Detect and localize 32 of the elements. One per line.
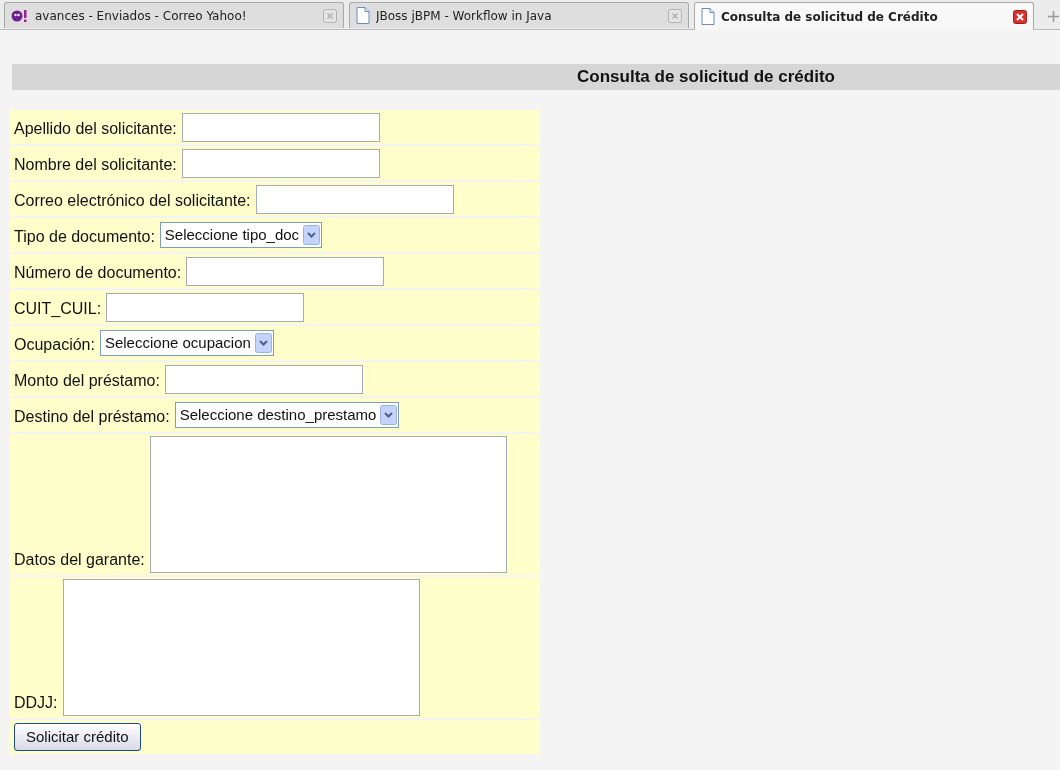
field-label: Ocupación: (14, 335, 95, 355)
new-tab-icon[interactable] (1048, 11, 1059, 22)
document-icon (701, 8, 715, 25)
dropdown[interactable]: Seleccione tipo_doc (159, 222, 323, 248)
text-field[interactable] (186, 257, 385, 286)
text-field[interactable] (255, 185, 454, 214)
field-label: Apellido del solicitante: (14, 119, 177, 139)
text-field[interactable] (181, 149, 380, 178)
text-field[interactable] (106, 293, 305, 322)
page-heading: Consulta de solicitud de crédito (12, 64, 1060, 90)
field-label: Nombre del solicitante: (14, 155, 177, 175)
field-label: Tipo de documento: (14, 227, 155, 247)
document-icon (356, 7, 370, 24)
field-label: Destino del préstamo: (14, 407, 170, 427)
dropdown[interactable]: Seleccione destino_prestamo (174, 402, 400, 428)
dropdown[interactable]: Seleccione ocupacion (99, 330, 274, 356)
field-label: Número de documento: (14, 263, 182, 283)
submit-button[interactable]: Solicitar crédito (14, 722, 141, 752)
site-logo-icon (11, 8, 29, 23)
field-label: CUIT_CUIL: (14, 299, 102, 319)
text-field[interactable] (164, 365, 363, 394)
field-label: Datos del garante: (14, 550, 145, 570)
browser-tab[interactable]: avances - Enviados - Correo Yahoo! (4, 2, 344, 28)
text-area[interactable] (62, 579, 420, 716)
field-label: Monto del préstamo: (14, 371, 160, 391)
text-area[interactable] (149, 436, 507, 573)
browser-tab[interactable]: Consulta de solicitud de Crédito (694, 2, 1034, 30)
browser-tab[interactable]: JBoss jBPM - Workflow in Java (349, 2, 689, 28)
field-label: DDJJ: (14, 693, 58, 713)
close-icon[interactable] (1013, 9, 1027, 24)
field-label: Correo electrónico del solicitante: (14, 191, 251, 211)
text-field[interactable] (181, 113, 380, 142)
